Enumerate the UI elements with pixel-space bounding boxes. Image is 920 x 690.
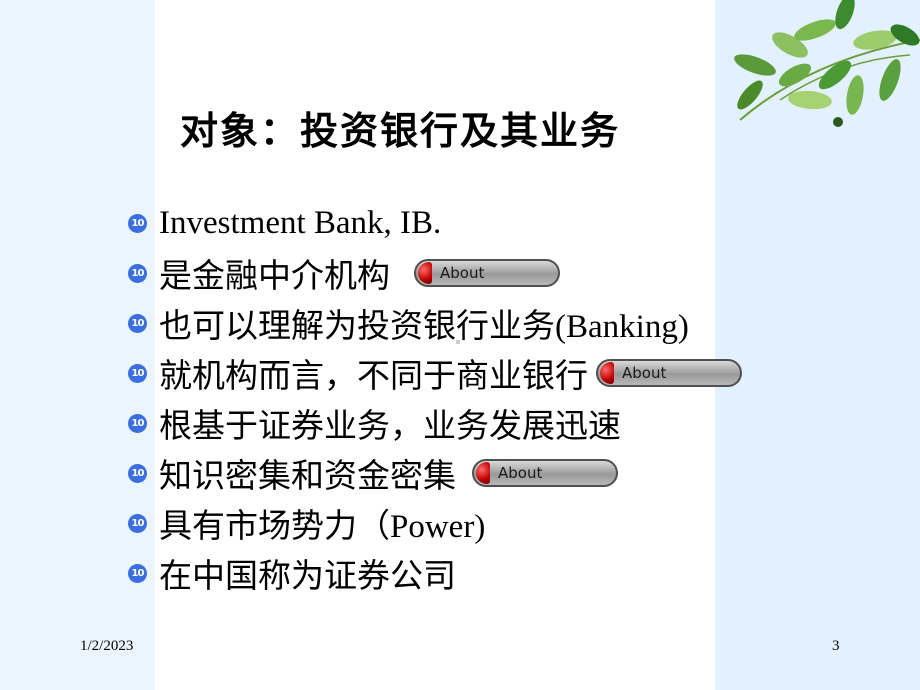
footer-page-number: 3 — [832, 638, 840, 654]
bullet-item: 10 也可以理解为投资银行业务(Banking) — [128, 298, 742, 348]
red-led-icon — [476, 462, 490, 484]
red-led-icon — [418, 262, 432, 284]
bullet-text: 也可以理解为投资银行业务(Banking) — [159, 309, 689, 345]
footer-date: 1/2/2023 — [80, 638, 134, 654]
circled-number-10-icon: 10 — [128, 213, 147, 233]
slide-title: 对象：投资银行及其业务 — [180, 109, 621, 153]
bullet-text: 知识密集和资金密集 — [159, 459, 456, 495]
bullet-item: 10 具有市场势力（Power) — [128, 498, 742, 548]
circled-number-10-icon: 10 — [128, 463, 147, 483]
circled-number-10-icon: 10 — [128, 563, 147, 583]
circled-number-10-icon: 10 — [128, 363, 147, 383]
about-button[interactable]: About — [414, 259, 560, 287]
about-button-label: About — [440, 264, 485, 282]
bullet-text: 就机构而言，不同于商业银行 — [159, 359, 588, 395]
circled-number-10-icon: 10 — [128, 263, 147, 283]
bullet-text: 在中国称为证券公司 — [159, 559, 456, 595]
bullet-item: 10 就机构而言，不同于商业银行 About — [128, 348, 742, 398]
bullet-list: 10 Investment Bank, IB. 10 是金融中介机构 About… — [128, 198, 742, 598]
circled-number-10-icon: 10 — [128, 313, 147, 333]
about-button[interactable]: About — [596, 359, 742, 387]
bullet-text: 根基于证券业务，业务发展迅速 — [159, 409, 621, 445]
placeholder-dot — [456, 340, 460, 344]
circled-number-10-icon: 10 — [128, 413, 147, 433]
bullet-item: 10 在中国称为证券公司 — [128, 548, 742, 598]
about-button-label: About — [498, 464, 543, 482]
bullet-item: 10 是金融中介机构 About — [128, 248, 742, 298]
about-button[interactable]: About — [472, 459, 618, 487]
bullet-item: 10 Investment Bank, IB. — [128, 198, 742, 248]
bullet-text: 具有市场势力（Power) — [159, 509, 486, 545]
bullet-text: 是金融中介机构 — [159, 259, 390, 295]
red-led-icon — [600, 362, 614, 384]
circled-number-10-icon: 10 — [128, 513, 147, 533]
bullet-item: 10 根基于证券业务，业务发展迅速 — [128, 398, 742, 448]
bullet-item: 10 知识密集和资金密集 About — [128, 448, 742, 498]
about-button-label: About — [622, 364, 667, 382]
bullet-text: Investment Bank, IB. — [159, 204, 442, 241]
